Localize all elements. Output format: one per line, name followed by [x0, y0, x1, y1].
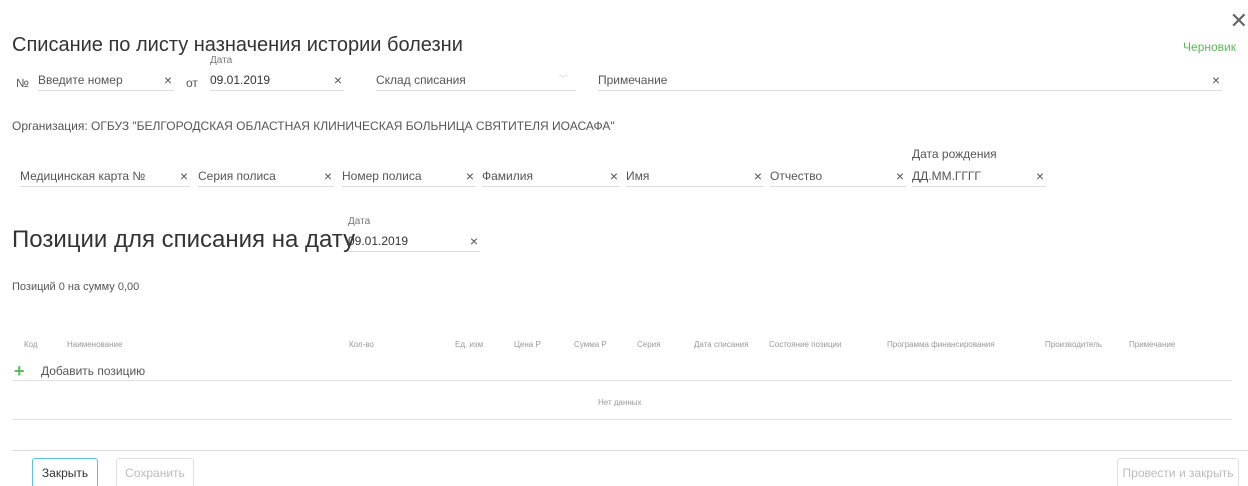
note-field[interactable]: Примечание × — [598, 71, 1222, 91]
document-date-label: Дата — [210, 55, 233, 66]
document-date-value: 09.01.2019 — [210, 73, 271, 87]
surname-label: Фамилия — [482, 169, 533, 183]
post-and-close-button[interactable]: Провести и закрыть — [1117, 458, 1239, 486]
policy-series-field[interactable]: Серия полиса × — [198, 167, 334, 187]
policy-number-field[interactable]: Номер полиса × — [342, 167, 476, 187]
name-field[interactable]: Имя × — [626, 167, 764, 187]
medical-card-label: Медицинская карта № — [20, 169, 146, 183]
column-header[interactable]: Цена Р — [514, 340, 541, 349]
clear-policy-number-icon[interactable]: × — [466, 168, 474, 184]
birthdate-field[interactable]: Дата рождения ДД.ММ.ГГГГ × — [912, 147, 1046, 187]
number-prefix: № — [16, 76, 29, 90]
clear-note-icon[interactable]: × — [1212, 72, 1220, 88]
birthdate-placeholder: ДД.ММ.ГГГГ — [912, 169, 981, 183]
column-header[interactable]: Сумма Р — [574, 340, 607, 349]
clear-name-icon[interactable]: × — [754, 168, 762, 184]
clear-birthdate-icon[interactable]: × — [1036, 168, 1044, 184]
medical-card-field[interactable]: Медицинская карта № × — [20, 167, 190, 187]
clear-policy-series-icon[interactable]: × — [324, 168, 332, 184]
clear-date-icon[interactable]: × — [334, 72, 342, 88]
surname-field[interactable]: Фамилия × — [482, 167, 620, 187]
birthdate-label: Дата рождения — [912, 147, 997, 161]
document-date-field[interactable]: Дата 09.01.2019 × — [210, 55, 344, 91]
positions-date-label: Дата — [348, 216, 371, 227]
positions-title: Позиции для списания на дату — [12, 226, 356, 253]
name-label: Имя — [626, 169, 650, 183]
policy-number-label: Номер полиса — [342, 169, 422, 183]
warehouse-select[interactable]: Склад списания ﹀ — [376, 71, 576, 91]
column-header[interactable]: Состояние позиции — [769, 340, 842, 349]
clear-positions-date-icon[interactable]: × — [470, 233, 478, 249]
column-header[interactable]: Производитель — [1045, 340, 1102, 349]
column-header[interactable]: Ед. изм — [455, 340, 483, 349]
clear-patronymic-icon[interactable]: × — [896, 168, 904, 184]
number-placeholder: Введите номер — [38, 73, 123, 87]
table-bottom-divider — [12, 419, 1232, 420]
save-button[interactable]: Сохранить — [116, 458, 194, 486]
patronymic-field[interactable]: Отчество × — [770, 167, 906, 187]
patronymic-label: Отчество — [770, 169, 823, 183]
note-placeholder: Примечание — [598, 73, 668, 87]
positions-summary: Позиций 0 на сумму 0,00 — [12, 281, 140, 293]
number-field[interactable]: Введите номер × — [38, 71, 174, 91]
clear-surname-icon[interactable]: × — [610, 168, 618, 184]
from-label: от — [186, 76, 198, 90]
clear-number-icon[interactable]: × — [164, 72, 172, 88]
status-badge: Черновик — [1183, 40, 1236, 54]
empty-state-text: Нет данных — [598, 398, 642, 407]
column-header[interactable]: Кол-во — [349, 340, 374, 349]
column-header[interactable]: Наименование — [67, 340, 122, 349]
dialog-title: Списание по листу назначения истории бол… — [12, 34, 463, 56]
close-button[interactable]: Закрыть — [32, 458, 98, 486]
close-icon[interactable]: ✕ — [1230, 10, 1248, 32]
column-header[interactable]: Примечание — [1129, 340, 1175, 349]
clear-card-icon[interactable]: × — [180, 168, 188, 184]
footer-divider — [12, 450, 1248, 451]
warehouse-placeholder: Склад списания — [376, 73, 466, 87]
policy-series-label: Серия полиса — [198, 169, 276, 183]
column-header[interactable]: Код — [24, 340, 38, 349]
positions-date-field[interactable]: Дата 09.01.2019 × — [348, 216, 480, 252]
organization-text: Организация: ОГБУЗ "БЕЛГОРОДСКАЯ ОБЛАСТН… — [12, 119, 615, 133]
table-divider — [12, 380, 1232, 381]
positions-date-value: 09.01.2019 — [348, 234, 409, 248]
column-header[interactable]: Серия — [637, 340, 660, 349]
chevron-down-icon: ﹀ — [558, 74, 568, 84]
column-header[interactable]: Дата списания — [694, 340, 748, 349]
add-position-button[interactable]: Добавить позицию — [41, 364, 145, 378]
column-header[interactable]: Программа финансирования — [887, 340, 995, 349]
add-icon[interactable]: + — [14, 362, 25, 380]
